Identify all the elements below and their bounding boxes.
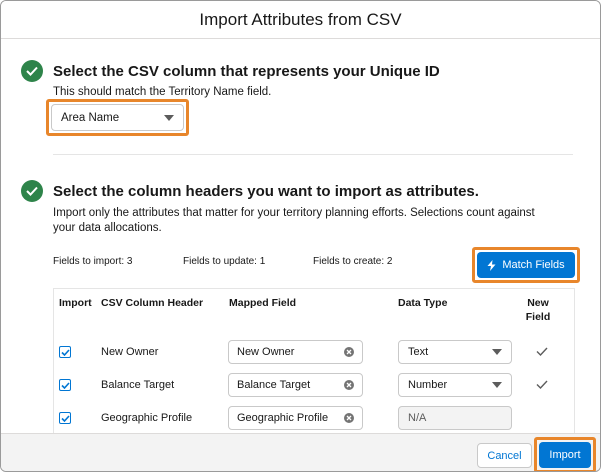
import-checkbox[interactable]: [59, 379, 71, 391]
data-type-select[interactable]: Text: [398, 340, 512, 364]
unique-id-help-text: This should match the Territory Name fie…: [53, 86, 272, 98]
unique-id-select-value: Area Name: [61, 111, 120, 124]
unique-id-select[interactable]: Area Name: [51, 104, 184, 131]
import-label: Import: [549, 449, 581, 461]
column-header-new-field: New Field: [525, 297, 551, 323]
match-fields-button[interactable]: Match Fields: [477, 252, 575, 278]
mapped-field-value: Geographic Profile: [237, 412, 329, 424]
section-attributes-header: Select the column headers you want to im…: [21, 180, 479, 202]
section-unique-id-header: Select the CSV column that represents yo…: [21, 60, 440, 82]
column-header-type: Data Type: [398, 297, 448, 309]
mapped-field-input[interactable]: New Owner: [228, 340, 363, 364]
chevron-down-icon: [492, 349, 502, 355]
data-type-value: Number: [408, 379, 448, 391]
csv-column-header: Balance Target: [101, 379, 175, 391]
column-header-mapped: Mapped Field: [229, 297, 297, 309]
mapped-field-value: Balance Target: [237, 379, 311, 391]
lightning-bolt-icon: [487, 259, 496, 271]
match-fields-label: Match Fields: [502, 259, 565, 271]
column-header-import: Import: [59, 297, 92, 309]
modal-title: Import Attributes from CSV: [199, 9, 402, 29]
attributes-help-text: Import only the attributes that matter f…: [53, 207, 535, 234]
import-button[interactable]: Import: [539, 442, 591, 468]
success-check-icon: [21, 60, 43, 82]
section-divider: [53, 154, 573, 155]
fields-to-import-stat: Fields to import: 3: [53, 256, 133, 267]
column-header-csv: CSV Column Header: [101, 297, 204, 309]
csv-column-header: Geographic Profile: [101, 412, 193, 424]
fields-to-create-stat: Fields to create: 2: [313, 256, 393, 267]
new-field-check-icon: [536, 380, 548, 389]
chevron-down-icon: [492, 382, 502, 388]
cancel-button[interactable]: Cancel: [477, 443, 532, 468]
mapped-field-input[interactable]: Balance Target: [228, 373, 363, 397]
modal-footer: Cancel Import: [1, 433, 600, 471]
new-field-check-icon: [536, 347, 548, 356]
success-check-icon: [21, 180, 43, 202]
mapped-field-value: New Owner: [237, 346, 295, 358]
modal-header: Import Attributes from CSV: [1, 1, 600, 39]
section-attributes-title: Select the column headers you want to im…: [53, 182, 479, 200]
import-checkbox[interactable]: [59, 346, 71, 358]
clear-icon[interactable]: [344, 413, 354, 423]
import-modal: Import Attributes from CSV Select the CS…: [0, 0, 601, 472]
csv-column-header: New Owner: [101, 346, 159, 358]
data-type-select[interactable]: Number: [398, 373, 512, 397]
data-type-select-disabled: N/A: [398, 406, 512, 430]
mapped-field-input[interactable]: Geographic Profile: [228, 406, 363, 430]
data-type-value: N/A: [408, 412, 427, 424]
import-checkbox[interactable]: [59, 412, 71, 424]
clear-icon[interactable]: [344, 380, 354, 390]
cancel-label: Cancel: [487, 449, 522, 462]
fields-to-update-stat: Fields to update: 1: [183, 256, 266, 267]
clear-icon[interactable]: [344, 347, 354, 357]
chevron-down-icon: [164, 114, 174, 121]
section-unique-id-title: Select the CSV column that represents yo…: [53, 62, 440, 80]
data-type-value: Text: [408, 346, 429, 358]
